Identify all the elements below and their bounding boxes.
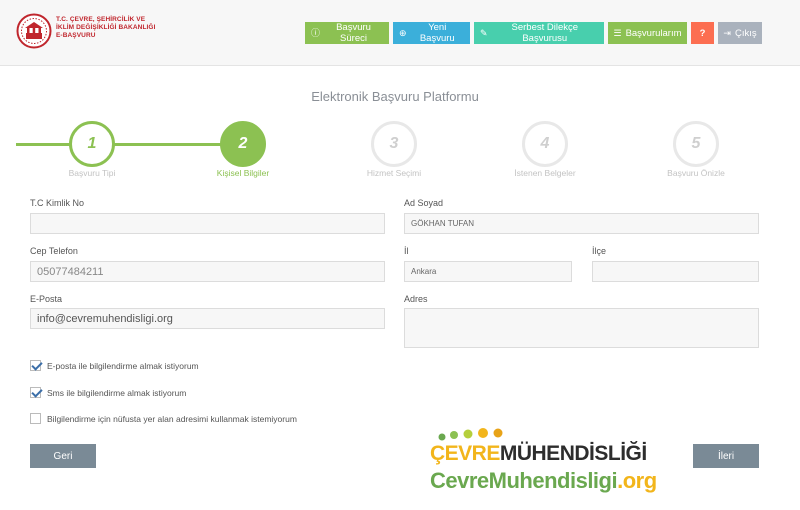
nav-serbest-dilekce-button[interactable]: ✎ Serbest Dilekçe Başvurusu [474, 22, 604, 44]
cep-telefon-input[interactable]: 05077484211 [30, 261, 385, 282]
watermark-dots-icon [438, 428, 503, 441]
platform-title: Elektronik Başvuru Platformu [311, 89, 479, 104]
nav-label: Başvuru Süreci [336, 22, 371, 44]
help-button[interactable]: ? [691, 22, 714, 44]
watermark-part: CevreMuhendisligi [430, 468, 618, 493]
ministry-logo-icon[interactable] [16, 13, 52, 49]
nav-label: Çıkış [734, 27, 757, 39]
step-2-circle[interactable]: 2 [220, 121, 266, 167]
watermark-line-2: CevreMuhendisligi.org [430, 468, 657, 494]
nav-label: Serbest Dilekçe Başvurusu [511, 22, 579, 44]
ad-soyad-input[interactable]: GÖKHAN TUFAN [404, 213, 759, 234]
step-3-label: Hizmet Seçimi [366, 168, 422, 178]
sms-notification-option[interactable]: Sms ile bilgilendirme almak istiyorum [30, 387, 186, 398]
logo-line-1: T.C. ÇEVRE, ŞEHİRCİLİK VE [56, 16, 146, 23]
plus-icon: ⊕ [399, 27, 407, 38]
address-opt-out-option[interactable]: Bilgilendirme için nüfusta yer alan adre… [30, 413, 297, 424]
back-button[interactable]: Geri [30, 444, 96, 468]
ilce-label: İlçe [592, 246, 607, 256]
page: T.C. ÇEVRE, ŞEHİRCİLİK VE İKLİM DEĞİŞİKL… [0, 0, 800, 510]
logout-button[interactable]: ⇥ Çıkış [718, 22, 762, 44]
header: T.C. ÇEVRE, ŞEHİRCİLİK VE İKLİM DEĞİŞİKL… [0, 0, 800, 66]
step-4-label: İstenen Belgeler [514, 168, 576, 178]
next-button[interactable]: İleri [693, 444, 759, 468]
sms-notification-label: Sms ile bilgilendirme almak istiyorum [47, 387, 187, 398]
logo-text: T.C. ÇEVRE, ŞEHİRCİLİK VE İKLİM DEĞİŞİKL… [56, 16, 155, 40]
pencil-icon: ✎ [480, 27, 488, 38]
watermark-part: .org [617, 468, 657, 493]
adres-label: Adres [404, 294, 428, 304]
il-select[interactable]: Ankara [404, 261, 572, 282]
step-1-circle[interactable]: 1 [69, 121, 115, 167]
step-2-label: Kişisel Bilgiler [216, 168, 270, 178]
e-posta-input[interactable]: info@cevremuhendisligi.org [30, 308, 385, 329]
e-posta-label: E-Posta [30, 294, 63, 304]
step-4-circle[interactable]: 4 [522, 121, 568, 167]
help-icon: ? [699, 27, 706, 39]
watermark-line-1: ÇEVREMÜHENDİSLİĞİ [430, 442, 647, 466]
cep-telefon-label: Cep Telefon [30, 246, 78, 256]
ad-soyad-label: Ad Soyad [404, 198, 444, 208]
step-3-circle[interactable]: 3 [371, 121, 417, 167]
address-opt-out-checkbox[interactable] [30, 413, 41, 424]
stepper-progress-line [16, 143, 244, 146]
email-notification-checkbox[interactable] [30, 360, 41, 371]
nav-label: Yeni Başvuru [419, 22, 455, 44]
tc-kimlik-label: T.C Kimlik No [30, 198, 85, 208]
tc-kimlik-input[interactable] [30, 213, 385, 234]
nav-label: Başvurularım [625, 27, 682, 39]
step-1-label: Başvuru Tipi [68, 168, 116, 178]
list-icon: ☰ [613, 27, 622, 38]
email-notification-option[interactable]: E-posta ile bilgilendirme almak istiyoru… [30, 360, 199, 371]
sms-notification-checkbox[interactable] [30, 387, 41, 398]
nav-basvurularim-button[interactable]: ☰ Başvurularım [608, 22, 687, 44]
email-notification-label: E-posta ile bilgilendirme almak istiyoru… [47, 360, 199, 371]
watermark: ÇEVREMÜHENDİSLİĞİ CevreMuhendisligi.org [426, 428, 657, 498]
watermark-part: ÇEVRE [430, 442, 500, 465]
step-5-circle[interactable]: 5 [673, 121, 719, 167]
logo-line-3: E-BAŞVURU [56, 32, 96, 39]
step-5-label: Başvuru Önizle [667, 168, 725, 178]
logout-icon: ⇥ [723, 27, 731, 38]
info-icon: ⓘ [311, 27, 321, 38]
address-opt-out-label: Bilgilendirme için nüfusta yer alan adre… [47, 413, 297, 424]
adres-textarea[interactable] [404, 308, 759, 348]
ilce-select[interactable] [592, 261, 759, 282]
logo-line-2: İKLİM DEĞİŞİKLİĞİ BAKANLIĞI [56, 24, 156, 31]
watermark-part: MÜHENDİSLİĞİ [499, 442, 647, 465]
il-label: İl [404, 246, 409, 256]
nav-basvuru-sureci-button[interactable]: ⓘ Başvuru Süreci [305, 22, 389, 44]
nav-yeni-basvuru-button[interactable]: ⊕ Yeni Başvuru [393, 22, 470, 44]
